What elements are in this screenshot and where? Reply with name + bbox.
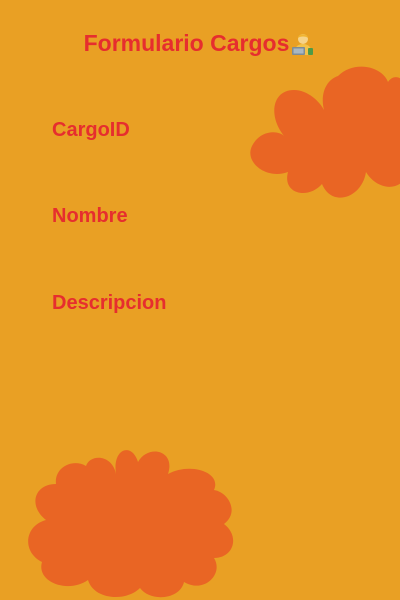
- decorative-splash-bottom: [28, 450, 234, 598]
- page-title: Formulario Cargos: [0, 26, 400, 58]
- nombre-label: Nombre: [52, 205, 128, 227]
- office-worker-icon: [292, 33, 314, 55]
- cargoid-label: CargoID: [52, 119, 130, 141]
- decorative-splash-top: [250, 66, 400, 198]
- page-title-text: Formulario Cargos: [83, 29, 290, 56]
- descripcion-label: Descripcion: [52, 292, 167, 314]
- form-page: Formulario Cargos CargoID Nombre Descrip…: [0, 0, 400, 600]
